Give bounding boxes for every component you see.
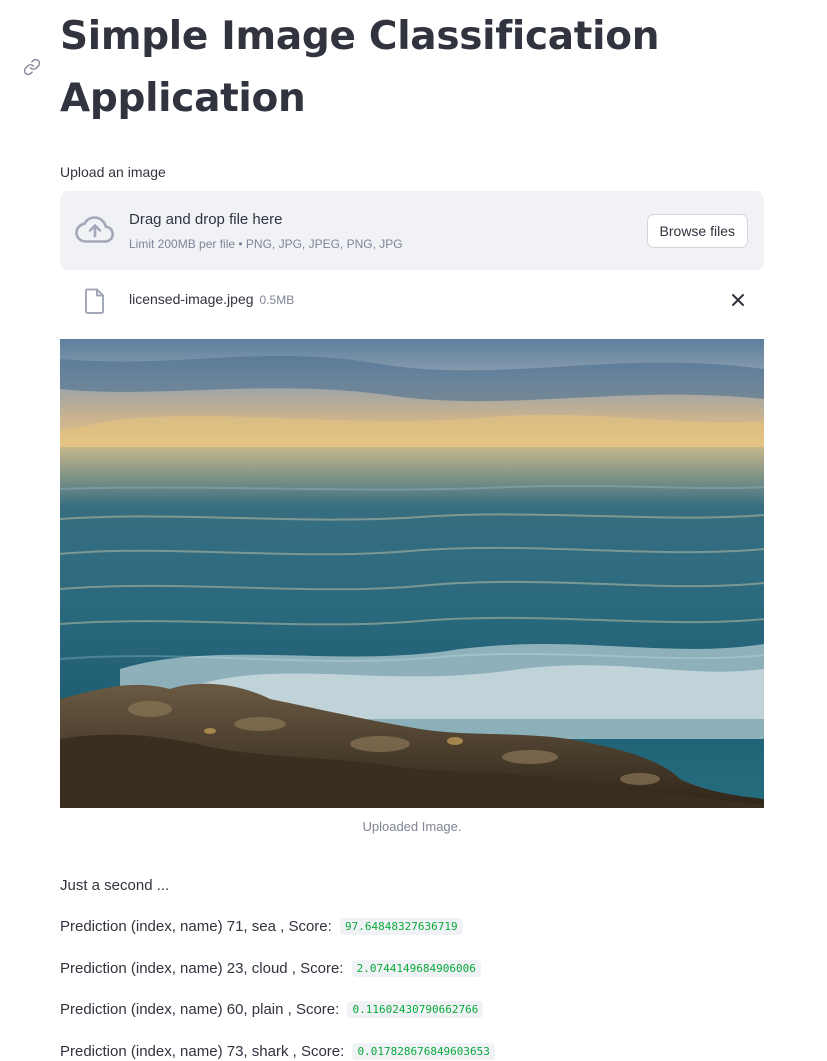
uploaded-image	[60, 339, 764, 808]
prediction-score: 0.11602430790662766	[347, 1001, 484, 1018]
dropzone-instructions: Drag and drop file here	[129, 211, 283, 228]
file-size: 0.5MB	[259, 293, 295, 307]
file-name: licensed-image.jpeg	[129, 291, 254, 307]
prediction-label: Prediction (index, name) 71, sea , Score…	[60, 918, 332, 935]
status-text: Just a second ...	[60, 877, 170, 894]
prediction-line-1: Prediction (index, name) 71, sea , Score…	[60, 918, 463, 935]
page-title: Simple Image Classification Application	[60, 14, 660, 121]
uploaded-file-row: licensed-image.jpeg 0.5MB	[60, 280, 764, 320]
file-dropzone[interactable]: Drag and drop file here Limit 200MB per …	[60, 191, 764, 270]
file-icon	[84, 288, 106, 314]
dropzone-limit-text: Limit 200MB per file • PNG, JPG, JPEG, P…	[129, 237, 403, 251]
prediction-score: 2.0744149684906006	[351, 960, 481, 977]
header-anchor-link-icon[interactable]	[22, 57, 42, 77]
prediction-label: Prediction (index, name) 73, shark , Sco…	[60, 1043, 345, 1060]
prediction-label: Prediction (index, name) 60, plain , Sco…	[60, 1001, 340, 1018]
prediction-score: 0.017828676849603653	[352, 1043, 495, 1060]
prediction-label: Prediction (index, name) 23, cloud , Sco…	[60, 960, 344, 977]
image-caption: Uploaded Image.	[362, 819, 462, 834]
prediction-line-4: Prediction (index, name) 73, shark , Sco…	[60, 1043, 495, 1060]
prediction-line-2: Prediction (index, name) 23, cloud , Sco…	[60, 960, 481, 977]
upload-label: Upload an image	[60, 164, 166, 180]
prediction-score: 97.64848327636719	[339, 918, 463, 935]
prediction-line-3: Prediction (index, name) 60, plain , Sco…	[60, 1001, 484, 1018]
browse-files-button[interactable]: Browse files	[646, 214, 748, 248]
remove-file-close-icon[interactable]	[728, 290, 748, 310]
cloud-upload-icon	[75, 213, 115, 247]
